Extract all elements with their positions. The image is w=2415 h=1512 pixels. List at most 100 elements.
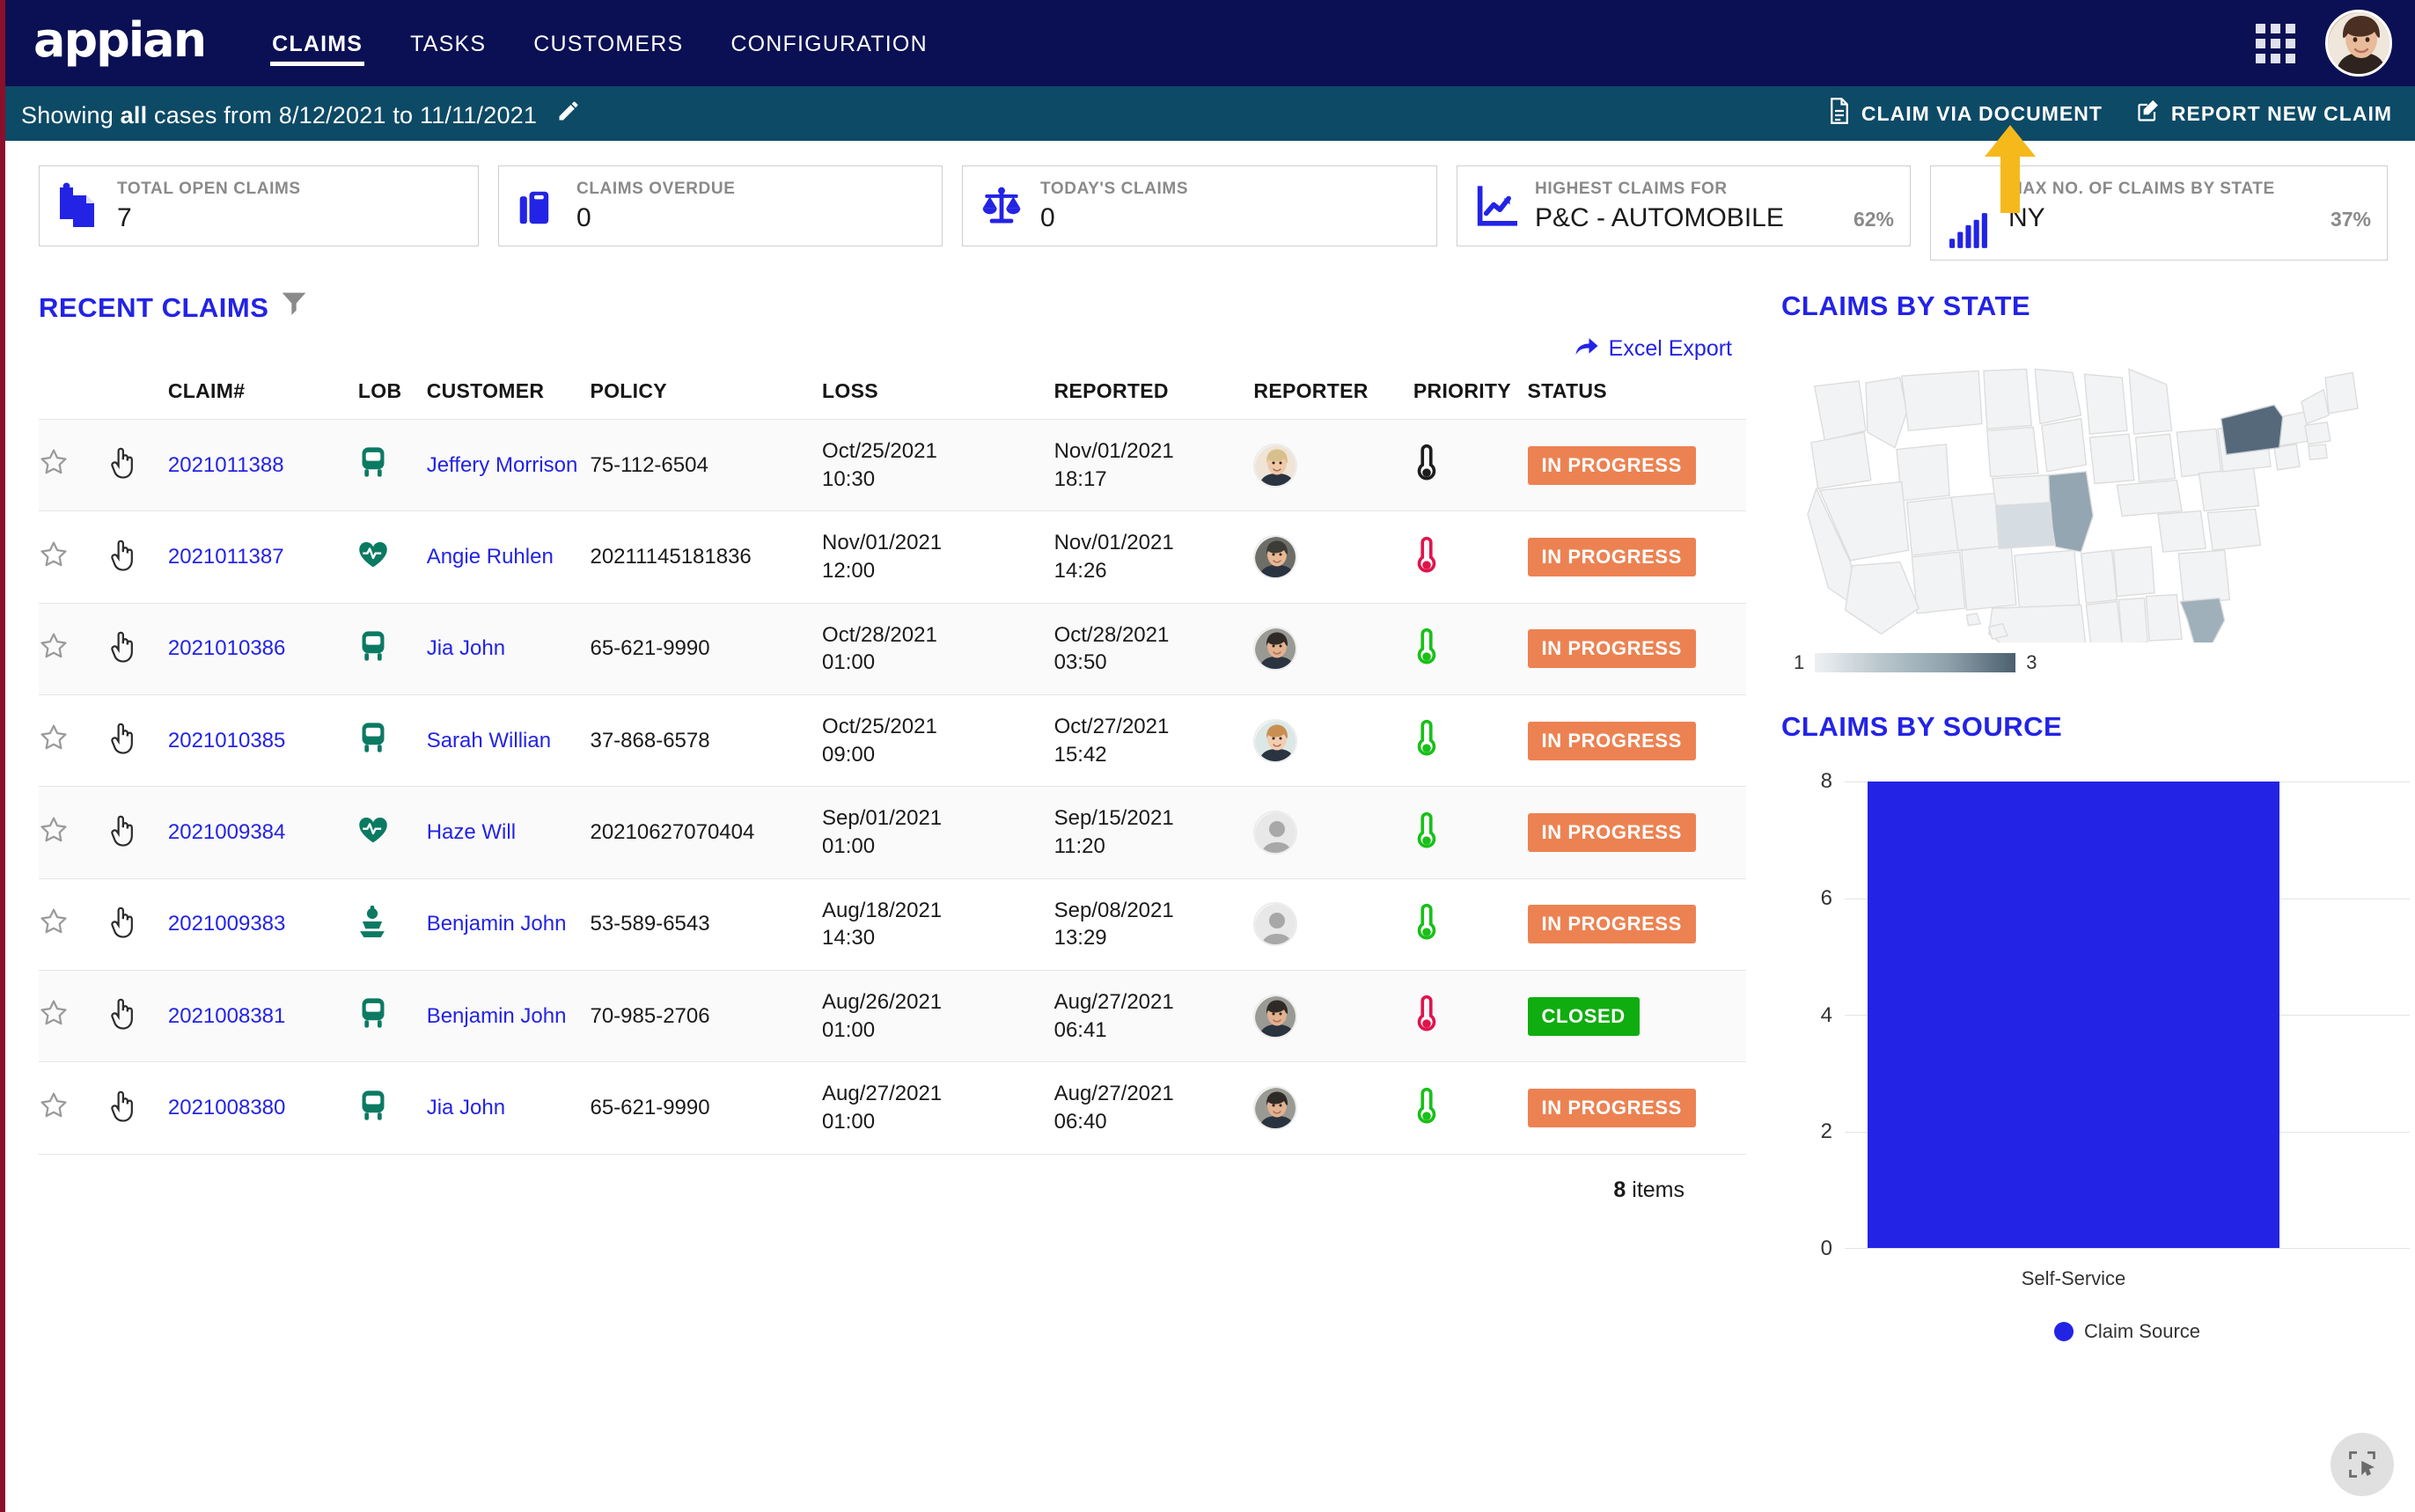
line-chart-icon [1473, 185, 1519, 227]
col-lob[interactable]: LOB [358, 379, 427, 420]
kpi-card-highest-claims-for[interactable]: HIGHEST CLAIMS FOR P&C - AUTOMOBILE 62% [1457, 165, 1911, 246]
table-row[interactable]: 2021011388 Jeffery Morrison 75-112-6504 Oct… [39, 418, 1746, 511]
avatar-photo [2328, 12, 2389, 74]
star-icon[interactable] [39, 541, 69, 575]
star-icon[interactable] [39, 817, 69, 850]
kpi-body: TOTAL OPEN CLAIMS 7 [117, 179, 462, 233]
related-actions-icon[interactable] [109, 999, 136, 1035]
grid-apps-icon[interactable] [2256, 23, 2295, 63]
nav-item-claims[interactable]: CLAIMS [270, 4, 365, 84]
kpi-value-row: P&C - AUTOMOBILE 62% [1535, 200, 1894, 233]
reported-datetime: Oct/27/2021 15:42 [1053, 715, 1170, 767]
state-KS [1994, 502, 2055, 549]
customer-link[interactable]: Jia John [427, 1096, 505, 1119]
table-row[interactable]: 2021009384 Haze Will 20210627070404 Sep/01/… [39, 786, 1746, 879]
avatar [1253, 902, 1298, 947]
col-action [109, 379, 168, 420]
star-icon[interactable] [39, 449, 69, 482]
col-status[interactable]: STATUS [1528, 379, 1747, 420]
claims-by-state-map[interactable] [1781, 352, 2415, 642]
kpi-card-claims-overdue[interactable]: CLAIMS OVERDUE 0 [498, 165, 943, 246]
kpi-card-total-open-claims[interactable]: TOTAL OPEN CLAIMS 7 [39, 165, 479, 246]
star-icon[interactable] [39, 1092, 69, 1126]
kpi-card-todays-claims[interactable]: TODAY'S CLAIMS 0 [962, 165, 1437, 246]
items-count-word: items [1626, 1177, 1685, 1202]
excel-export-button[interactable]: Excel Export [39, 334, 1769, 363]
policy-number: 75-112-6504 [590, 452, 708, 477]
star-icon[interactable] [39, 908, 69, 942]
related-actions-icon[interactable] [109, 539, 136, 576]
col-reporter[interactable]: REPORTER [1253, 379, 1413, 420]
related-actions-icon[interactable] [109, 1090, 136, 1127]
document-icon [1828, 98, 1851, 129]
claim-number-link[interactable]: 2021008381 [168, 1004, 285, 1028]
table-row[interactable]: 2021010386 Jia John 65-621-9990 Oct/28/2021… [39, 602, 1746, 695]
col-customer[interactable]: CUSTOMER [427, 379, 591, 420]
claim-number-link[interactable]: 2021009383 [168, 912, 285, 936]
kpi-label: TODAY'S CLAIMS [1040, 180, 1189, 199]
policy-number: 53-589-6543 [590, 912, 710, 936]
customer-link[interactable]: Jeffery Morrison [427, 453, 578, 477]
related-actions-icon[interactable] [109, 815, 136, 852]
user-avatar[interactable] [2325, 10, 2392, 77]
star-icon[interactable] [39, 633, 69, 666]
annotation-arrow-up [1985, 125, 2036, 217]
priority-thermometer-icon [1413, 536, 1440, 579]
kpi-value: P&C - AUTOMOBILE [1535, 202, 1784, 232]
related-actions-icon[interactable] [109, 631, 136, 668]
star-icon[interactable] [39, 724, 69, 758]
nav-item-customers[interactable]: CUSTOMERS [532, 4, 685, 84]
table-row[interactable]: 2021010385 Sarah Willian 37-868-6578 Oct/25… [39, 694, 1746, 787]
customer-link[interactable]: Benjamin John [427, 912, 567, 936]
funnel-filter-icon[interactable] [281, 290, 307, 326]
excel-export-label: Excel Export [1608, 336, 1732, 361]
kpi-label: MAX NO. OF CLAIMS BY STATE [2008, 180, 2275, 198]
claim-number-link[interactable]: 2021008380 [168, 1096, 285, 1119]
claim-number-link[interactable]: 2021010385 [168, 729, 285, 752]
claim-via-document-button[interactable]: CLAIM VIA DOCUMENT [1828, 98, 2103, 129]
avatar [1253, 994, 1298, 1039]
edit-square-icon [2136, 98, 2161, 129]
col-loss[interactable]: LOSS [822, 379, 1054, 420]
claim-number-link[interactable]: 2021011387 [168, 545, 284, 569]
appian-logo[interactable]: appian [33, 17, 207, 64]
reported-datetime: Aug/27/2021 06:41 [1053, 990, 1174, 1042]
table-row[interactable]: 2021008381 Benjamin John 70-985-2706 Aug/26… [39, 970, 1746, 1062]
col-reported[interactable]: REPORTED [1054, 379, 1254, 420]
star-icon[interactable] [39, 1000, 69, 1033]
customer-link[interactable]: Sarah Willian [427, 729, 551, 752]
customer-link[interactable]: Jia John [427, 636, 505, 660]
report-new-claim-label: REPORT NEW CLAIM [2170, 101, 2392, 125]
showing-scope: all [120, 101, 148, 128]
kpi-body: TODAY'S CLAIMS 0 [1040, 179, 1420, 233]
col-favorite [39, 379, 109, 420]
customer-link[interactable]: Angie Ruhlen [427, 545, 554, 569]
customer-link[interactable]: Haze Will [427, 820, 516, 844]
col-priority[interactable]: PRIORITY [1413, 379, 1528, 420]
analytics-panel: CLAIMS BY STATE 1 3 CLAIMS BY SOURCE 0 2… [1769, 261, 2415, 1342]
kpi-value: 7 [117, 202, 132, 232]
chart-bar[interactable] [1867, 782, 2280, 1248]
customer-link[interactable]: Benjamin John [427, 1004, 567, 1028]
claims-by-source-chart[interactable]: 0 2 4 6 8 Self-Service Claim Source [1781, 769, 2415, 1342]
col-policy[interactable]: POLICY [590, 379, 822, 420]
table-row[interactable]: 2021008380 Jia John 65-621-9990 Aug/27/2021… [39, 1061, 1746, 1155]
report-new-claim-button[interactable]: REPORT NEW CLAIM [2136, 98, 2392, 129]
date-to: 11/11/2021 [419, 101, 538, 128]
claim-number-link[interactable]: 2021011388 [168, 453, 284, 477]
table-row[interactable]: 2021011387 Angie Ruhlen 20211145181836 Nov/… [39, 510, 1746, 604]
related-actions-icon[interactable] [109, 906, 136, 943]
pencil-icon[interactable] [556, 99, 581, 129]
claim-number-link[interactable]: 2021009384 [168, 820, 285, 844]
select-region-cursor-icon[interactable] [2331, 1433, 2394, 1496]
related-actions-icon[interactable] [109, 447, 136, 484]
related-actions-icon[interactable] [109, 723, 136, 760]
nav-item-tasks[interactable]: TASKS [408, 4, 488, 84]
lob-auto-icon [358, 723, 388, 759]
claim-number-link[interactable]: 2021010386 [168, 636, 285, 660]
loss-datetime: Aug/18/2021 14:30 [822, 898, 943, 951]
table-row[interactable]: 2021009383 Benjamin John 53-589-6543 Aug/18… [39, 877, 1746, 971]
col-claim-no[interactable]: CLAIM# [168, 379, 358, 420]
claims-table-header-row: CLAIM# LOB CUSTOMER POLICY LOSS REPORTED… [39, 379, 1746, 420]
nav-item-configuration[interactable]: CONFIGURATION [729, 4, 929, 84]
